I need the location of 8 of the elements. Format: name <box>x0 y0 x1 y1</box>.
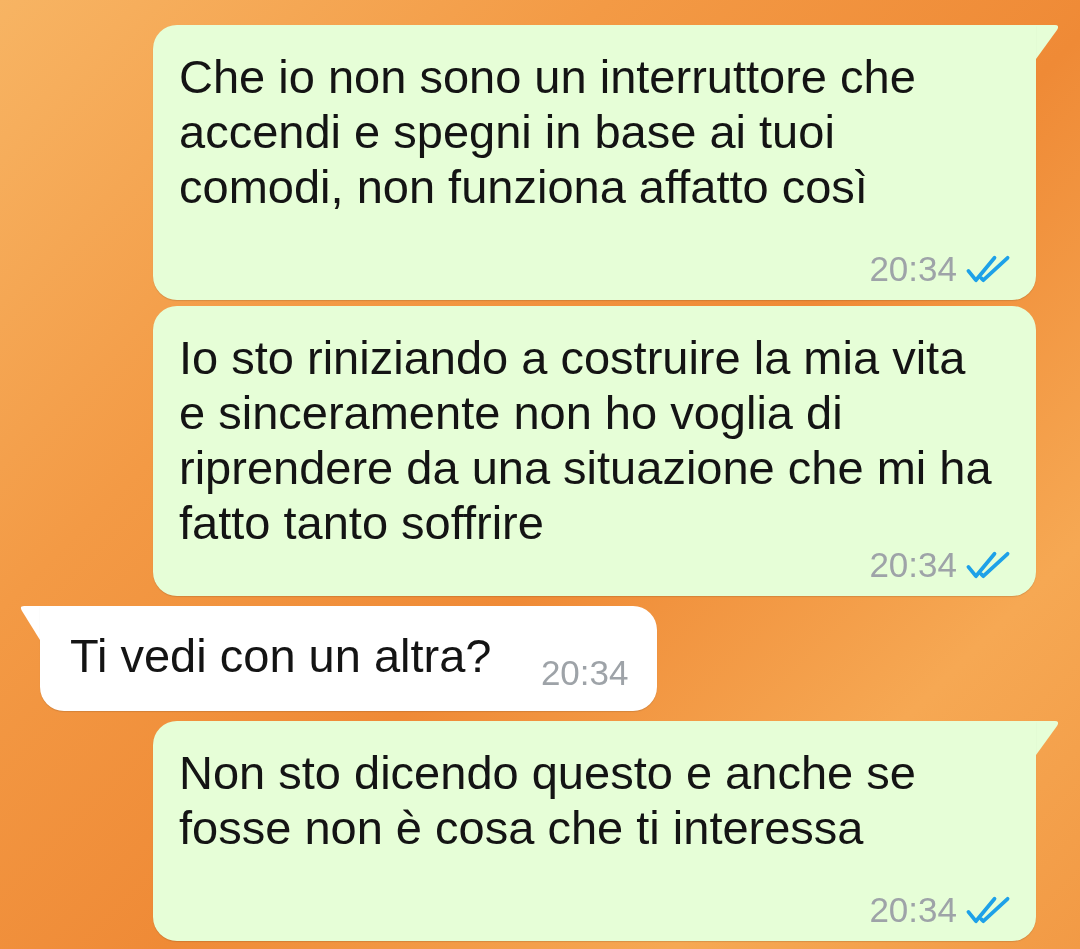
message-time: 20:34 <box>869 895 957 925</box>
message-time: 20:34 <box>869 550 957 580</box>
message-text: Ti vedi con un altra? <box>70 629 492 682</box>
message-text: Che io non sono un interruttore che accendi e spegni in base ai tuoi comodi, non funziona affatto così <box>179 50 916 213</box>
message-time: 20:34 <box>540 658 629 688</box>
message-text: Io sto riniziando a costruire la mia vita e sinceramente non ho voglia di riprendere da una situazione che mi ha fatto tanto soffrire <box>179 331 992 549</box>
message-text: Non sto dicendo questo e anche se fosse non è cosa che ti interessa <box>179 746 916 854</box>
message-time: 20:34 <box>869 254 957 284</box>
